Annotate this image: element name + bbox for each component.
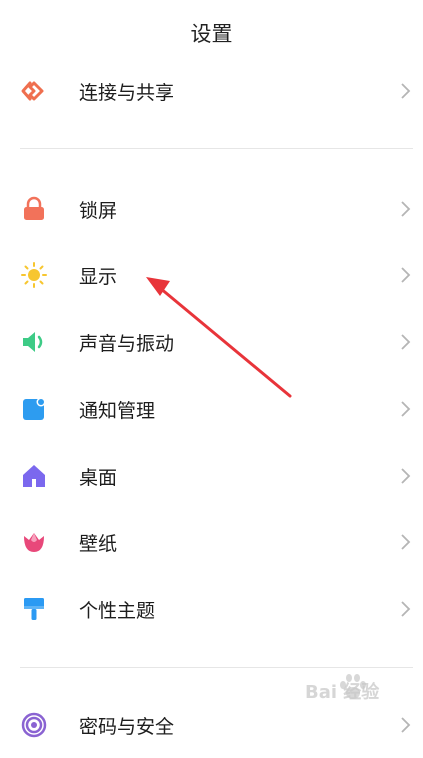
settings-item-label: 个性主题: [79, 600, 156, 622]
fingerprint-icon: [20, 711, 48, 739]
chevron-right-icon: [398, 532, 412, 552]
chevron-right-icon: [398, 466, 412, 486]
chevron-right-icon: [398, 399, 412, 419]
chevron-right-icon: [398, 199, 412, 219]
settings-item-lock-screen[interactable]: 锁屏: [0, 176, 423, 242]
brush-icon: [20, 595, 48, 623]
settings-item-label: 声音与振动: [79, 333, 175, 355]
title-bar: 设置: [0, 0, 423, 62]
settings-item-label: 密码与安全: [79, 716, 175, 738]
section-divider: [20, 667, 413, 668]
settings-item-display[interactable]: 显示: [0, 242, 423, 308]
chevron-right-icon: [398, 265, 412, 285]
chevron-right-icon: [398, 715, 412, 735]
watermark-text: Bai 经验: [305, 682, 380, 703]
notification-icon: [20, 395, 48, 423]
settings-item-label: 通知管理: [79, 400, 156, 422]
tulip-icon: [20, 528, 48, 556]
settings-item-label: 连接与共享: [79, 82, 175, 104]
home-icon: [20, 462, 48, 490]
settings-item-label: 显示: [79, 266, 118, 288]
settings-item-label: 锁屏: [79, 200, 118, 222]
settings-item-themes[interactable]: 个性主题: [0, 576, 423, 642]
watermark: Bai 经验: [305, 672, 415, 708]
speaker-icon: [20, 328, 48, 356]
page-title: 设置: [190, 22, 233, 46]
settings-item-label: 壁纸: [79, 533, 118, 555]
sun-icon: [20, 261, 48, 289]
settings-item-sound-vibration[interactable]: 声音与振动: [0, 309, 423, 375]
settings-item-notifications[interactable]: 通知管理: [0, 376, 423, 442]
settings-item-wallpaper[interactable]: 壁纸: [0, 509, 423, 575]
section-divider: [20, 148, 413, 149]
chevron-right-icon: [398, 332, 412, 352]
settings-item-desktop[interactable]: 桌面: [0, 443, 423, 509]
lock-icon: [20, 195, 48, 223]
settings-item-connection-share[interactable]: 连接与共享: [0, 58, 423, 124]
chevron-right-icon: [398, 599, 412, 619]
settings-item-label: 桌面: [79, 467, 118, 489]
connection-share-icon: [20, 77, 48, 105]
chevron-right-icon: [398, 81, 412, 101]
